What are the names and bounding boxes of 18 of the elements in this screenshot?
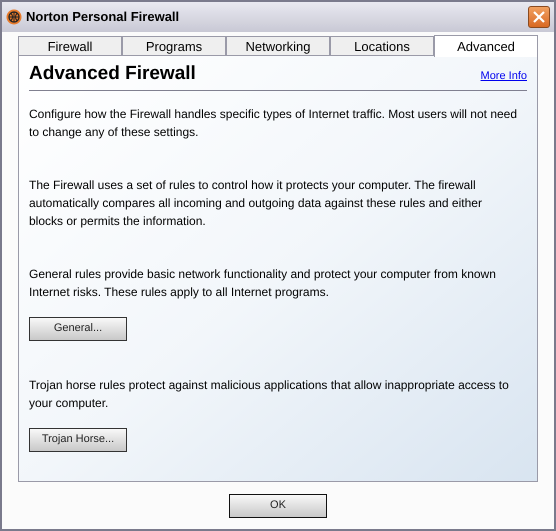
description-text: Configure how the Firewall handles specific types of Internet traffic. Most users will not need to change any of these settings. (29, 106, 518, 140)
close-button[interactable] (528, 6, 550, 28)
ok-button[interactable]: OK (229, 494, 327, 518)
rules-button[interactable]: General... (29, 316, 127, 340)
globe-icon (6, 9, 22, 25)
more-info-link[interactable]: More Info (480, 68, 527, 84)
tab[interactable]: Advanced (434, 35, 538, 57)
page-heading: Advanced Firewall (29, 62, 196, 86)
tab[interactable]: Programs (122, 36, 226, 56)
rules-button[interactable]: Trojan Horse... (29, 428, 127, 452)
window-title: Norton Personal Firewall (26, 8, 180, 26)
description-text: The Firewall uses a set of rules to control how it protects your computer. The firewall automatically compares all incoming and outgoing data against these rules and either blocks or permits the information. (29, 176, 483, 230)
tab[interactable]: Locations (330, 36, 434, 56)
close-icon (533, 11, 545, 23)
description-text: General rules provide basic network functionality and protect your computer from known Internet risks. These rules apply to all Internet programs. (29, 266, 497, 300)
description-text: Trojan horse rules protect against malicious applications that allow inappropriate access to your computer. (29, 376, 510, 412)
tab[interactable]: Firewall (18, 36, 122, 56)
tab[interactable]: Networking (226, 36, 330, 56)
